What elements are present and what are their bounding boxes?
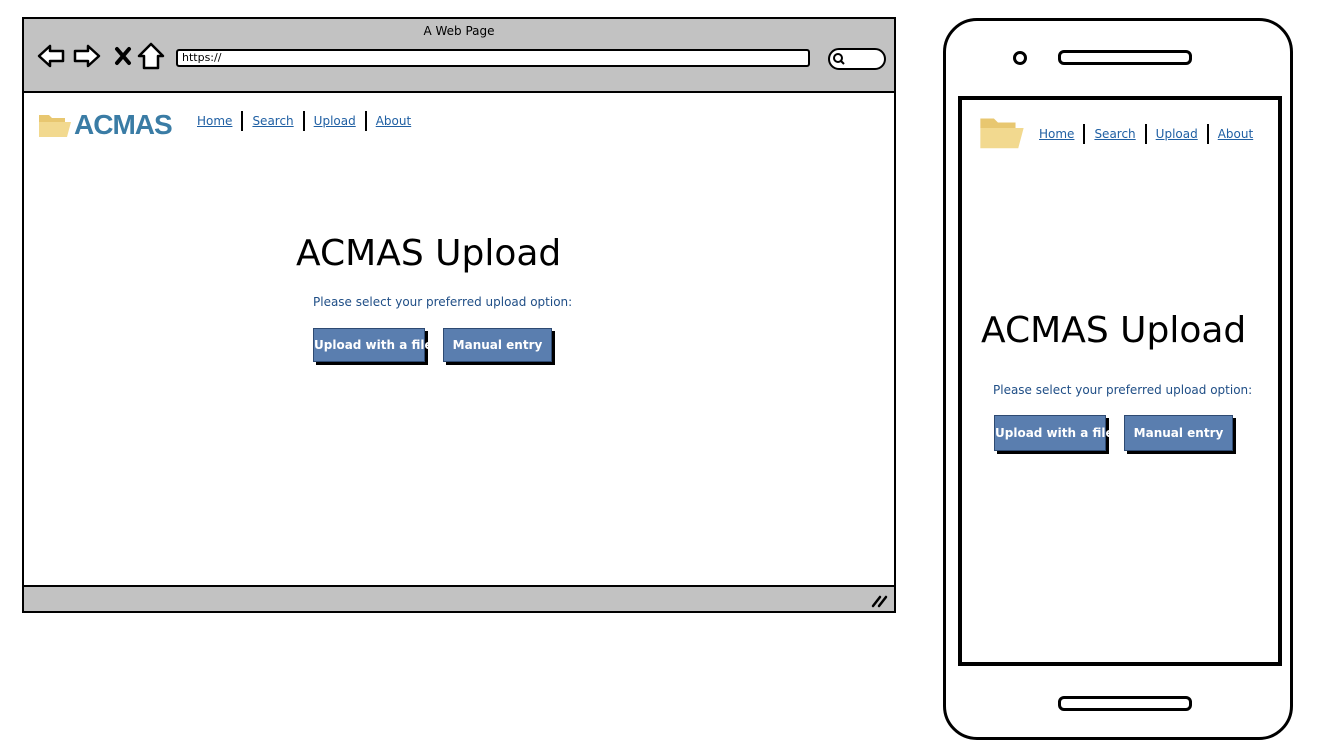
manual-entry-button[interactable]: Manual entry bbox=[1124, 415, 1233, 451]
home-icon[interactable] bbox=[136, 41, 166, 71]
site-logo[interactable]: ACMAS bbox=[38, 109, 173, 141]
page-subtitle: Please select your preferred upload opti… bbox=[993, 383, 1253, 397]
nav-link-home[interactable]: Home bbox=[1030, 127, 1083, 141]
browser-search-button[interactable] bbox=[828, 48, 886, 70]
manual-entry-button[interactable]: Manual entry bbox=[443, 328, 552, 362]
back-arrow-icon[interactable] bbox=[36, 41, 66, 71]
nav-link-home[interactable]: Home bbox=[188, 114, 241, 128]
browser-viewport: ACMAS Home Search Upload About ACMAS Upl… bbox=[24, 93, 894, 585]
wireframe-canvas: A Web Page https:// ACMAS Home Search Up… bbox=[0, 0, 1322, 751]
phone-camera bbox=[1013, 51, 1027, 65]
browser-window: A Web Page https:// ACMAS Home Search Up… bbox=[22, 17, 896, 613]
site-nav: Home Search Upload About bbox=[188, 111, 420, 131]
upload-with-file-button[interactable]: Upload with a file bbox=[994, 415, 1114, 451]
phone-screen: Home Search Upload About ACMAS Upload Pl… bbox=[958, 96, 1282, 666]
nav-link-about[interactable]: About bbox=[367, 114, 420, 128]
window-title: A Web Page bbox=[423, 24, 495, 38]
browser-status-bar bbox=[24, 585, 894, 611]
mobile-site-logo[interactable] bbox=[979, 114, 1025, 150]
mobile-site-nav: Home Search Upload About bbox=[1030, 124, 1262, 144]
search-icon bbox=[833, 53, 845, 65]
upload-with-file-button[interactable]: Upload with a file bbox=[313, 328, 433, 362]
nav-link-search[interactable]: Search bbox=[243, 114, 302, 128]
nav-link-upload[interactable]: Upload bbox=[305, 114, 365, 128]
page-title: ACMAS Upload bbox=[296, 233, 562, 274]
nav-link-upload[interactable]: Upload bbox=[1147, 127, 1207, 141]
phone-device: Home Search Upload About ACMAS Upload Pl… bbox=[943, 18, 1293, 740]
browser-toolbar: A Web Page https:// bbox=[24, 19, 894, 93]
close-x-icon[interactable] bbox=[108, 41, 138, 71]
phone-speaker bbox=[1058, 50, 1192, 65]
phone-home-button bbox=[1058, 696, 1192, 711]
folder-icon bbox=[980, 118, 1024, 149]
forward-arrow-icon[interactable] bbox=[72, 41, 102, 71]
logo-text: ACMAS bbox=[74, 109, 173, 140]
nav-link-about[interactable]: About bbox=[1209, 127, 1262, 141]
nav-link-search[interactable]: Search bbox=[1085, 127, 1144, 141]
address-bar[interactable]: https:// bbox=[176, 49, 810, 67]
page-subtitle: Please select your preferred upload opti… bbox=[313, 295, 573, 309]
folder-icon bbox=[39, 115, 71, 137]
resize-grip-icon[interactable] bbox=[870, 592, 888, 608]
page-title: ACMAS Upload bbox=[981, 310, 1247, 351]
